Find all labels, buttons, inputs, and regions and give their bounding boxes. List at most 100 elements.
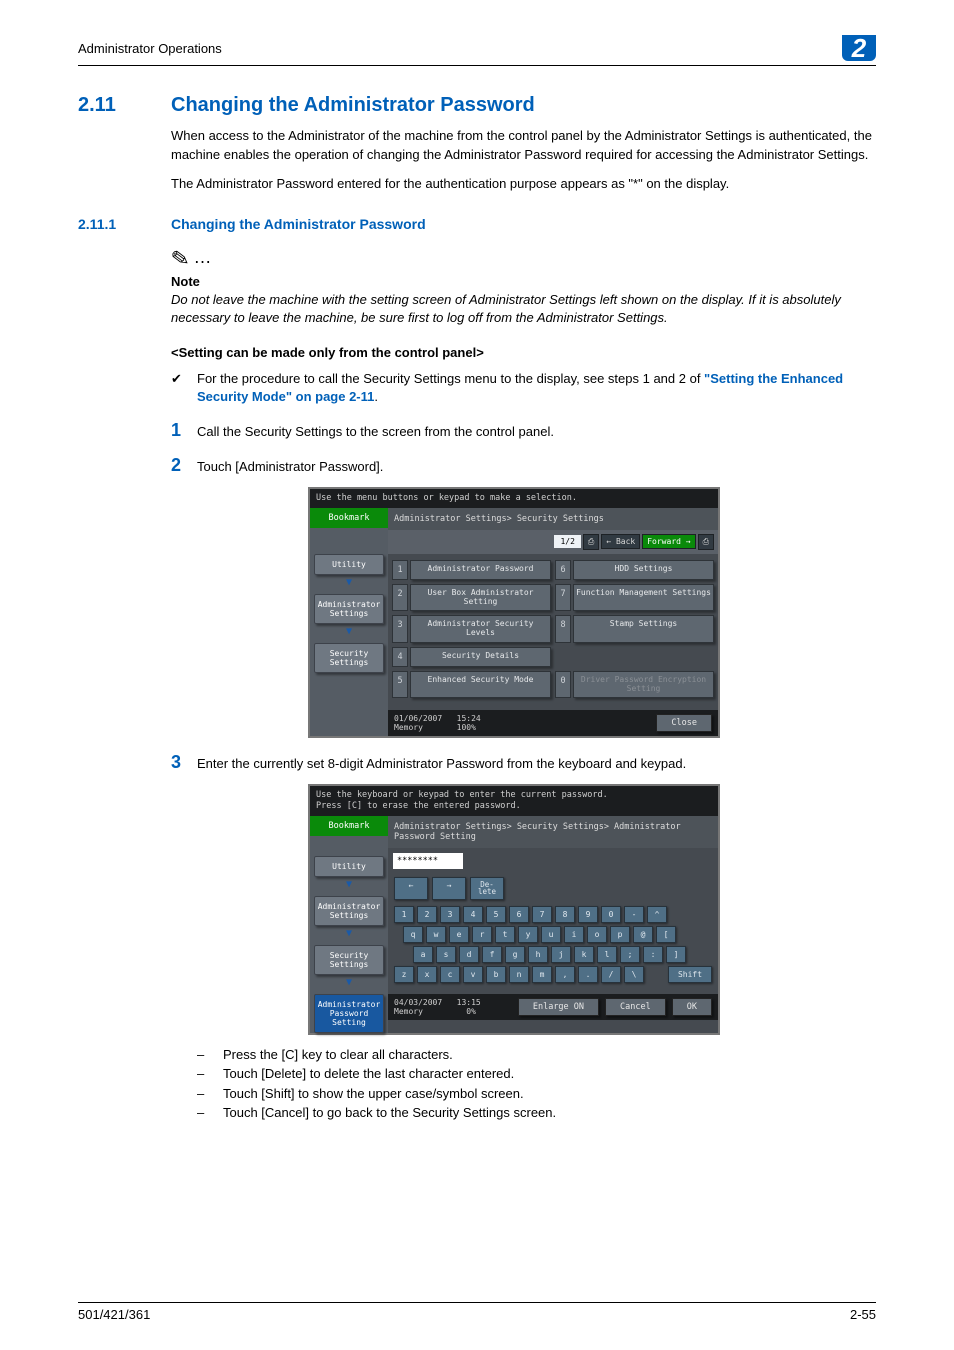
keyboard-key[interactable]: c bbox=[440, 966, 460, 983]
keyboard-key[interactable]: t bbox=[495, 926, 515, 943]
keyboard-key[interactable]: 5 bbox=[486, 906, 506, 923]
keyboard-key[interactable]: 4 bbox=[463, 906, 483, 923]
keyboard-key[interactable]: e bbox=[449, 926, 469, 943]
print-icon-2[interactable]: ⎙ bbox=[698, 534, 714, 550]
keyboard-key[interactable]: 8 bbox=[555, 906, 575, 923]
keyboard-key[interactable]: / bbox=[601, 966, 621, 983]
keyboard-key[interactable]: a bbox=[413, 946, 433, 963]
keyboard-key[interactable]: l bbox=[597, 946, 617, 963]
note-text: Do not leave the machine with the settin… bbox=[171, 291, 876, 327]
crumb-admin-settings[interactable]: Administrator Settings bbox=[314, 896, 384, 926]
keyboard-key[interactable]: r bbox=[472, 926, 492, 943]
keyboard-key[interactable]: m bbox=[532, 966, 552, 983]
keyboard-key[interactable]: @ bbox=[633, 926, 653, 943]
keyboard-key[interactable]: ; bbox=[620, 946, 640, 963]
crumb-security-settings[interactable]: Security Settings bbox=[314, 643, 384, 673]
keyboard-key[interactable]: ^ bbox=[647, 906, 667, 923]
crumb-utility[interactable]: Utility bbox=[314, 856, 384, 877]
h2-number: 2.11.1 bbox=[78, 216, 143, 232]
keyboard-key[interactable]: [ bbox=[656, 926, 676, 943]
menu-enhanced-security[interactable]: Enhanced Security Mode bbox=[410, 671, 551, 699]
menu-driver-password[interactable]: Driver Password Encryption Setting bbox=[573, 671, 714, 699]
keyboard-key[interactable]: h bbox=[528, 946, 548, 963]
keyboard-key[interactable]: : bbox=[643, 946, 663, 963]
keyboard-key[interactable]: 0 bbox=[601, 906, 621, 923]
shift-button[interactable]: Shift bbox=[668, 966, 712, 983]
keyboard-key[interactable]: 2 bbox=[417, 906, 437, 923]
arrow-down-icon: ▼ bbox=[310, 977, 388, 988]
dash-icon bbox=[197, 1103, 223, 1123]
sub-bullet-text: Touch [Cancel] to go back to the Securit… bbox=[223, 1103, 556, 1123]
menu-stamp-settings[interactable]: Stamp Settings bbox=[573, 615, 714, 643]
enlarge-button[interactable]: Enlarge ON bbox=[518, 998, 599, 1016]
ok-button[interactable]: OK bbox=[672, 998, 712, 1016]
dash-icon bbox=[197, 1064, 223, 1084]
keyboard-key[interactable]: f bbox=[482, 946, 502, 963]
nav-right-button[interactable]: → bbox=[432, 877, 466, 900]
h2-title: Changing the Administrator Password bbox=[171, 216, 426, 232]
keyboard-key[interactable]: o bbox=[587, 926, 607, 943]
keyboard-key[interactable]: s bbox=[436, 946, 456, 963]
keyboard-key[interactable]: z bbox=[394, 966, 414, 983]
procedure-intro: For the procedure to call the Security S… bbox=[197, 370, 876, 406]
panel2-status: 04/03/2007 13:15Memory 0% bbox=[394, 998, 481, 1016]
keyboard-key[interactable]: 3 bbox=[440, 906, 460, 923]
nav-left-button[interactable]: ← bbox=[394, 877, 428, 900]
breadcrumb: Administrator Settings> Security Setting… bbox=[388, 508, 718, 530]
dash-icon bbox=[197, 1045, 223, 1065]
menu-function-mgmt[interactable]: Function Management Settings bbox=[573, 584, 714, 612]
keyboard-key[interactable]: 9 bbox=[578, 906, 598, 923]
close-button[interactable]: Close bbox=[656, 714, 712, 732]
arrow-down-icon: ▼ bbox=[310, 577, 388, 588]
bookmark-button[interactable]: Bookmark bbox=[310, 816, 388, 836]
forward-button[interactable]: Forward → bbox=[642, 534, 695, 549]
crumb-admin-settings[interactable]: Administrator Settings bbox=[314, 594, 384, 624]
menu-security-details[interactable]: Security Details bbox=[410, 647, 551, 667]
menu-administrator-password[interactable]: Administrator Password bbox=[410, 560, 551, 580]
keyboard-key[interactable]: 1 bbox=[394, 906, 414, 923]
keyboard-key[interactable]: x bbox=[417, 966, 437, 983]
back-button[interactable]: ← Back bbox=[601, 534, 640, 549]
menu-hdd-settings[interactable]: HDD Settings bbox=[573, 560, 714, 580]
keyboard-key[interactable]: i bbox=[564, 926, 584, 943]
step-text-1: Call the Security Settings to the screen… bbox=[197, 421, 554, 441]
print-icon[interactable]: ⎙ bbox=[583, 534, 599, 550]
menu-admin-sec-levels[interactable]: Administrator Security Levels bbox=[410, 615, 551, 643]
keyboard-key[interactable]: d bbox=[459, 946, 479, 963]
keyboard-key[interactable]: n bbox=[509, 966, 529, 983]
security-settings-screenshot: Use the menu buttons or keypad to make a… bbox=[308, 487, 720, 739]
keyboard-key[interactable]: j bbox=[551, 946, 571, 963]
keyboard-key[interactable]: k bbox=[574, 946, 594, 963]
keyboard-row-4: zxcvbnm,./\ Shift bbox=[394, 966, 712, 983]
menu-user-box-admin[interactable]: User Box Administrator Setting bbox=[410, 584, 551, 612]
keyboard-key[interactable]: . bbox=[578, 966, 598, 983]
arrow-down-icon: ▼ bbox=[310, 928, 388, 939]
cancel-button[interactable]: Cancel bbox=[605, 998, 666, 1016]
keyboard-row-1: 1234567890-^ bbox=[394, 906, 712, 923]
footer-page: 2-55 bbox=[850, 1307, 876, 1322]
keyboard-key[interactable]: w bbox=[426, 926, 446, 943]
crumb-admin-pw-setting[interactable]: Administrator Password Setting bbox=[314, 994, 384, 1033]
delete-button[interactable]: De- lete bbox=[470, 877, 504, 900]
bookmark-button[interactable]: Bookmark bbox=[310, 508, 388, 528]
keyboard-key[interactable]: y bbox=[518, 926, 538, 943]
keyboard-key[interactable]: , bbox=[555, 966, 575, 983]
keyboard-key[interactable]: 7 bbox=[532, 906, 552, 923]
crumb-security-settings[interactable]: Security Settings bbox=[314, 945, 384, 975]
keyboard-key[interactable]: v bbox=[463, 966, 483, 983]
subheading: <Setting can be made only from the contr… bbox=[171, 345, 876, 360]
keyboard-key[interactable]: - bbox=[624, 906, 644, 923]
keyboard-key[interactable]: q bbox=[403, 926, 423, 943]
password-input[interactable]: ******** bbox=[393, 853, 463, 869]
keyboard-key[interactable]: u bbox=[541, 926, 561, 943]
keyboard-key[interactable]: 6 bbox=[509, 906, 529, 923]
crumb-utility[interactable]: Utility bbox=[314, 554, 384, 575]
keyboard-key[interactable]: b bbox=[486, 966, 506, 983]
keyboard-key[interactable]: g bbox=[505, 946, 525, 963]
password-entry-screenshot: Use the keyboard or keypad to enter the … bbox=[308, 784, 720, 1035]
page-indicator: 1/2 bbox=[554, 535, 580, 548]
keyboard-row-3: asdfghjkl;:] bbox=[413, 946, 712, 963]
keyboard-key[interactable]: \ bbox=[624, 966, 644, 983]
keyboard-key[interactable]: p bbox=[610, 926, 630, 943]
keyboard-key[interactable]: ] bbox=[666, 946, 686, 963]
